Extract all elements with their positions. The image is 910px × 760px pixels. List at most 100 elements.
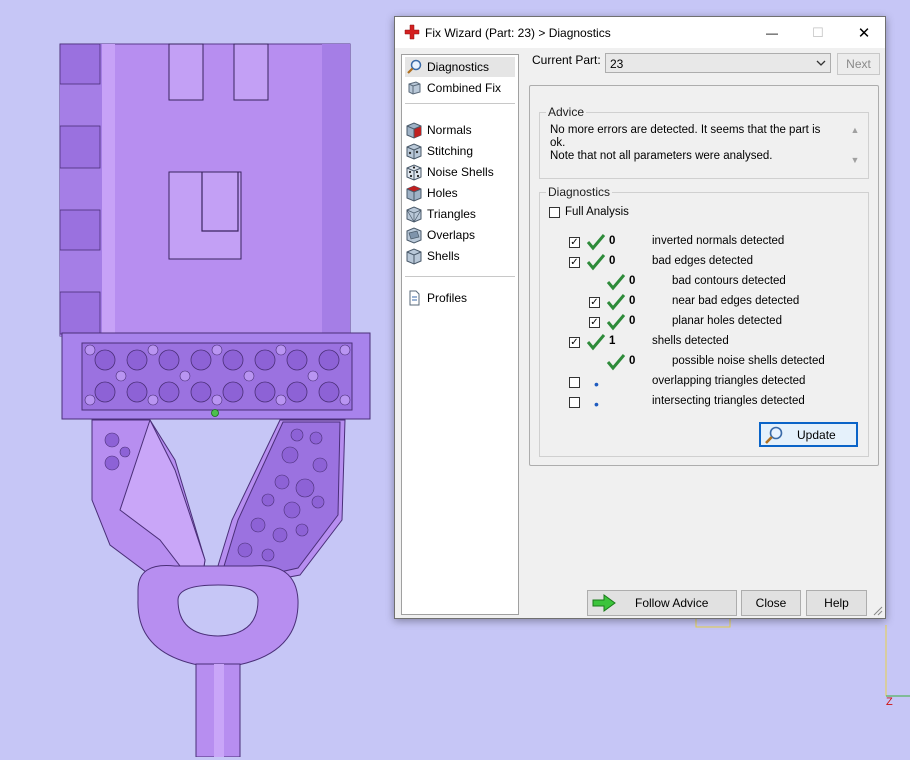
row-checkbox[interactable]: ✓ <box>569 337 580 348</box>
update-button[interactable]: Update <box>759 422 858 447</box>
z-axis-label: Z <box>886 696 893 708</box>
advice-scrollbar[interactable]: ▲ ▼ <box>848 123 862 167</box>
nav-item-normals[interactable]: Normals <box>405 120 472 140</box>
nav-item-triangles[interactable]: Triangles <box>405 204 476 224</box>
minimize-button[interactable]: — <box>749 17 795 48</box>
diagnostics-title: Diagnostics <box>546 185 613 199</box>
row-label: shells detected <box>652 335 729 347</box>
nav-item-label: Triangles <box>427 207 476 221</box>
title-bar[interactable]: Fix Wizard (Part: 23) > Diagnostics — ☐ … <box>395 17 885 48</box>
row-checkbox[interactable]: ✓ <box>569 257 580 268</box>
advice-title: Advice <box>546 105 587 119</box>
maximize-icon: ☐ <box>812 24 824 40</box>
row-checkbox[interactable]: ✓ <box>589 317 600 328</box>
cube-dots-icon <box>405 142 423 160</box>
triangle-cube-icon <box>405 205 423 223</box>
full-analysis-checkbox[interactable] <box>549 207 560 218</box>
nav-item-label: Shells <box>427 249 460 263</box>
nav-item-profiles[interactable]: Profiles <box>405 288 467 308</box>
help-button[interactable]: Help <box>806 590 867 616</box>
window-title: Fix Wizard (Part: 23) > Diagnostics <box>425 26 611 40</box>
row-count: 0 <box>629 295 636 307</box>
check-icon <box>606 314 626 331</box>
status-dot-icon: • <box>594 396 599 412</box>
current-part-select[interactable]: 23 <box>605 53 831 73</box>
advice-line: Note that not all parameters were analys… <box>550 150 773 162</box>
current-part-value: 23 <box>610 57 624 71</box>
row-label: bad edges detected <box>652 255 754 267</box>
check-icon <box>586 334 606 351</box>
nav-divider <box>405 276 515 277</box>
chevron-down-icon <box>816 60 826 66</box>
row-count: 0 <box>629 315 636 327</box>
row-label: possible noise shells detected <box>672 355 825 367</box>
row-checkbox[interactable] <box>569 377 580 388</box>
nav-item-label: Noise Shells <box>427 165 494 179</box>
advice-group: Advice No more errors are detected. It s… <box>539 105 869 179</box>
check-icon <box>586 234 606 251</box>
status-dot-icon: • <box>594 376 599 392</box>
row-label: intersecting triangles detected <box>652 395 805 407</box>
row-count: 0 <box>629 355 636 367</box>
cube-red-icon <box>405 184 423 202</box>
close-icon: ✕ <box>857 24 871 42</box>
row-label: overlapping triangles detected <box>652 375 806 387</box>
row-count: 1 <box>609 335 616 347</box>
nav-item-overlaps[interactable]: Overlaps <box>405 225 475 245</box>
row-checkbox[interactable]: ✓ <box>589 297 600 308</box>
wizard-nav: Diagnostics Combined Fix Normals Stitchi… <box>401 54 519 615</box>
row-checkbox[interactable] <box>569 397 580 408</box>
nav-item-holes[interactable]: Holes <box>405 183 458 203</box>
row-count: 0 <box>629 275 636 287</box>
row-label: planar holes detected <box>672 315 782 327</box>
row-count: 0 <box>609 235 616 247</box>
full-analysis-label: Full Analysis <box>565 206 629 218</box>
nav-item-label: Profiles <box>427 291 468 305</box>
current-part-label: Current Part: <box>532 53 601 67</box>
row-label: bad contours detected <box>672 275 786 287</box>
magnifier-icon <box>405 58 423 76</box>
row-count: 0 <box>609 255 616 267</box>
resize-grip-icon[interactable] <box>871 604 883 616</box>
row-label: inverted normals detected <box>652 235 785 247</box>
nav-item-diagnostics[interactable]: Diagnostics <box>405 57 515 77</box>
scroll-down-icon: ▼ <box>850 155 860 165</box>
magnifier-icon <box>763 425 785 445</box>
red-cross-icon <box>404 24 420 40</box>
advice-text: No more errors are detected. It seems th… <box>550 124 830 163</box>
nav-item-shells[interactable]: Shells <box>405 246 460 266</box>
dice-icon <box>405 163 423 181</box>
minimize-icon: — <box>766 25 778 40</box>
nav-item-label: Overlaps <box>427 228 476 242</box>
diagnostics-panel: Advice No more errors are detected. It s… <box>529 85 879 466</box>
advice-line: No more errors are detected. It seems th… <box>550 124 821 149</box>
check-icon <box>606 294 626 311</box>
nav-item-label: Holes <box>427 186 458 200</box>
nav-item-noise-shells[interactable]: Noise Shells <box>405 162 494 182</box>
update-button-label: Update <box>797 427 836 442</box>
row-label: near bad edges detected <box>672 295 800 307</box>
next-button[interactable]: Next <box>837 53 880 75</box>
diagnostics-group: Diagnostics Full Analysis ✓ 0 inverted n… <box>539 185 869 457</box>
nav-item-stitching[interactable]: Stitching <box>405 141 473 161</box>
arrow-right-icon <box>592 594 616 612</box>
check-icon <box>606 354 626 371</box>
nav-divider <box>405 103 515 104</box>
maximize-button[interactable]: ☐ <box>795 17 841 48</box>
nav-item-label: Stitching <box>427 144 474 158</box>
nav-item-label: Diagnostics <box>427 60 490 74</box>
cube-icon <box>405 79 423 97</box>
cube-icon <box>405 247 423 265</box>
cube-red-icon <box>405 121 423 139</box>
close-button[interactable]: Close <box>741 590 801 616</box>
follow-advice-label: Follow Advice <box>635 596 709 610</box>
close-window-button[interactable]: ✕ <box>841 17 887 48</box>
nav-item-label: Combined Fix <box>427 81 502 95</box>
fix-wizard-dialog: Fix Wizard (Part: 23) > Diagnostics — ☐ … <box>394 16 886 619</box>
nav-item-combined-fix[interactable]: Combined Fix <box>405 78 501 98</box>
follow-advice-button[interactable]: Follow Advice <box>587 590 737 616</box>
row-checkbox[interactable]: ✓ <box>569 237 580 248</box>
check-icon <box>606 274 626 291</box>
check-icon <box>586 254 606 271</box>
scroll-up-icon: ▲ <box>850 125 860 135</box>
